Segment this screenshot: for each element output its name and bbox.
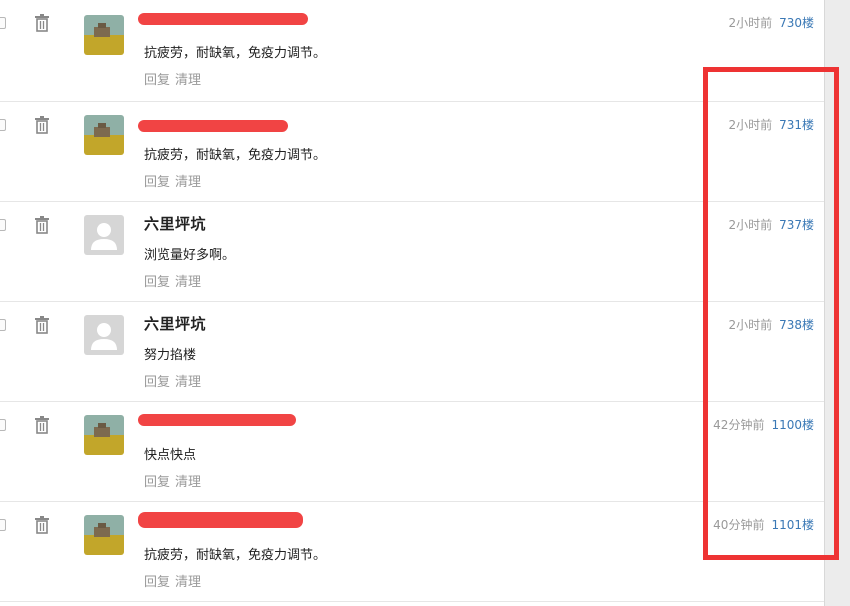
comment-text: 努力掐楼 (144, 348, 197, 363)
clear-link[interactable]: 清理 (175, 175, 201, 190)
comment-row: 抗疲劳，耐缺氧，免疫力调节。 回复 清理 2小时前 731楼 (0, 102, 824, 202)
reply-link[interactable]: 回复 (144, 175, 170, 190)
username-redaction (138, 13, 308, 25)
avatar-landscape[interactable] (84, 115, 124, 155)
comment-row: 六里坪坑 浏览量好多啊。 回复 清理 2小时前 737楼 (0, 202, 824, 302)
comment-actions: 回复 清理 (144, 571, 206, 590)
comment-actions: 回复 清理 (144, 471, 206, 490)
username[interactable]: 六里坪坑 (144, 213, 206, 234)
comment-row: 六里坪坑 努力掐楼 回复 清理 2小时前 738楼 (0, 302, 824, 402)
username-redaction (138, 512, 303, 528)
username-redaction (138, 120, 288, 132)
clear-link[interactable]: 清理 (175, 575, 201, 590)
select-checkbox[interactable] (0, 419, 6, 431)
comment-row: 抗疲劳，耐缺氧，免疫力调节。 回复 清理 40分钟前 1101楼 (0, 502, 824, 602)
avatar-default-user[interactable] (84, 215, 124, 255)
clear-link[interactable]: 清理 (175, 475, 201, 490)
trash-icon[interactable] (34, 216, 50, 234)
comment-row: 抗疲劳，耐缺氧，免疫力调节。 回复 清理 2小时前 730楼 (0, 0, 824, 102)
select-checkbox[interactable] (0, 519, 6, 531)
comment-list: 抗疲劳，耐缺氧，免疫力调节。 回复 清理 2小时前 730楼 抗疲劳，耐缺氧，免疫力… (0, 0, 824, 602)
comment-actions: 回复 清理 (144, 271, 206, 290)
username-redaction (138, 414, 296, 426)
reply-link[interactable]: 回复 (144, 73, 170, 88)
trash-icon[interactable] (34, 416, 50, 434)
timestamp: 2小时前 (728, 16, 773, 30)
reply-link[interactable]: 回复 (144, 375, 170, 390)
annotation-highlight-box (703, 67, 839, 560)
avatar-default-user[interactable] (84, 315, 124, 355)
comment-actions: 回复 清理 (144, 69, 206, 88)
select-checkbox[interactable] (0, 219, 6, 231)
comment-text: 抗疲劳，耐缺氧，免疫力调节。 (144, 148, 327, 163)
comment-text: 浏览量好多啊。 (144, 248, 236, 263)
avatar-landscape[interactable] (84, 515, 124, 555)
reply-link[interactable]: 回复 (144, 575, 170, 590)
reply-link[interactable]: 回复 (144, 275, 170, 290)
comment-meta: 2小时前 730楼 (728, 14, 814, 31)
comment-row: 快点快点 回复 清理 42分钟前 1100楼 (0, 402, 824, 502)
reply-link[interactable]: 回复 (144, 475, 170, 490)
trash-icon[interactable] (34, 14, 50, 32)
select-checkbox[interactable] (0, 17, 6, 29)
avatar-landscape[interactable] (84, 415, 124, 455)
floor-link[interactable]: 730楼 (779, 16, 814, 30)
comment-text: 快点快点 (144, 448, 197, 463)
clear-link[interactable]: 清理 (175, 73, 201, 88)
comment-actions: 回复 清理 (144, 171, 206, 190)
clear-link[interactable]: 清理 (175, 275, 201, 290)
trash-icon[interactable] (34, 516, 50, 534)
trash-icon[interactable] (34, 116, 50, 134)
avatar-landscape[interactable] (84, 15, 124, 55)
select-checkbox[interactable] (0, 119, 6, 131)
username[interactable]: 六里坪坑 (144, 313, 206, 334)
clear-link[interactable]: 清理 (175, 375, 201, 390)
select-checkbox[interactable] (0, 319, 6, 331)
comment-text: 抗疲劳，耐缺氧，免疫力调节。 (144, 548, 327, 563)
comment-text: 抗疲劳，耐缺氧，免疫力调节。 (144, 46, 327, 61)
trash-icon[interactable] (34, 316, 50, 334)
comment-actions: 回复 清理 (144, 371, 206, 390)
